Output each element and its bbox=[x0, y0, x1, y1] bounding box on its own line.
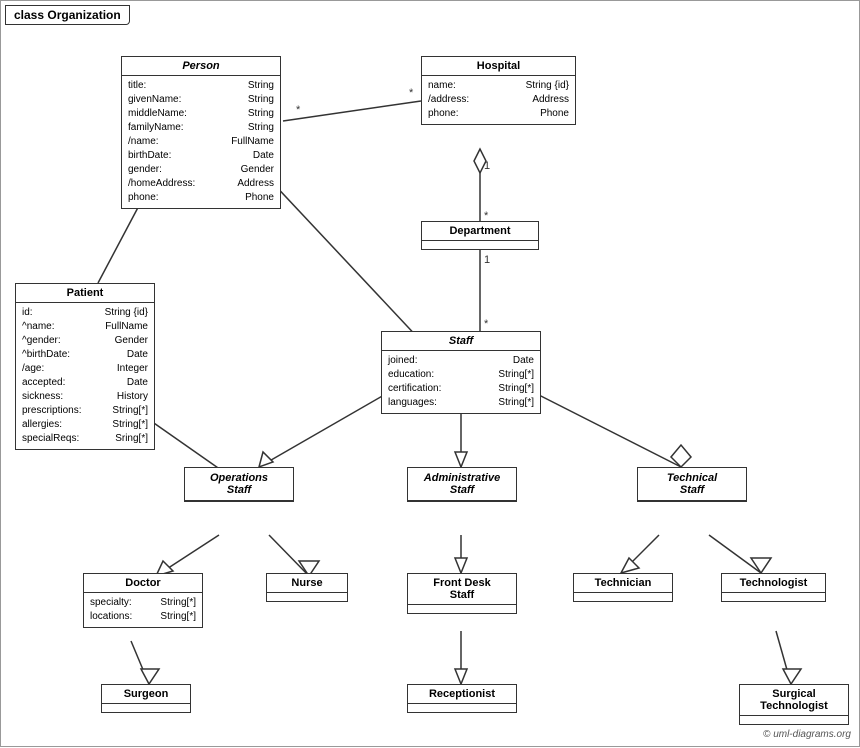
technician-attrs bbox=[574, 593, 672, 601]
receptionist-class-name: Receptionist bbox=[408, 685, 516, 704]
surgical-technologist-name: SurgicalTechnologist bbox=[740, 685, 848, 716]
nurse-class-name: Nurse bbox=[267, 574, 347, 593]
svg-text:*: * bbox=[484, 318, 489, 330]
svg-text:1: 1 bbox=[484, 160, 490, 172]
technologist-attrs bbox=[722, 593, 825, 601]
administrative-staff-name: AdministrativeStaff bbox=[408, 468, 516, 501]
staff-attrs: joined:Date education:String[*] certific… bbox=[382, 351, 540, 413]
hospital-attrs: name:String {id} /address:Address phone:… bbox=[422, 76, 575, 124]
staff-class: Staff joined:Date education:String[*] ce… bbox=[381, 331, 541, 414]
surgical-technologist-attrs bbox=[740, 716, 848, 724]
administrative-staff-class: AdministrativeStaff bbox=[407, 467, 517, 502]
doctor-class: Doctor specialty:String[*] locations:Str… bbox=[83, 573, 203, 628]
nurse-class: Nurse bbox=[266, 573, 348, 602]
department-class: Department bbox=[421, 221, 539, 250]
technical-staff-class: TechnicalStaff bbox=[637, 467, 747, 502]
person-attrs: title:String givenName:String middleName… bbox=[122, 76, 280, 208]
technician-class-name: Technician bbox=[574, 574, 672, 593]
receptionist-attrs bbox=[408, 704, 516, 712]
staff-class-name: Staff bbox=[382, 332, 540, 351]
department-class-name: Department bbox=[422, 222, 538, 241]
diagram-title: class Organization bbox=[5, 5, 130, 25]
technician-class: Technician bbox=[573, 573, 673, 602]
person-class: Person title:String givenName:String mid… bbox=[121, 56, 281, 209]
surgeon-class-name: Surgeon bbox=[102, 685, 190, 704]
diagram-container: class Organization * * 1 * 1 * bbox=[0, 0, 860, 747]
copyright: © uml-diagrams.org bbox=[763, 729, 851, 740]
person-class-name: Person bbox=[122, 57, 280, 76]
doctor-attrs: specialty:String[*] locations:String[*] bbox=[84, 593, 202, 627]
svg-text:1: 1 bbox=[484, 254, 490, 266]
hospital-class-name: Hospital bbox=[422, 57, 575, 76]
technologist-class-name: Technologist bbox=[722, 574, 825, 593]
front-desk-attrs bbox=[408, 605, 516, 613]
surgeon-class: Surgeon bbox=[101, 684, 191, 713]
patient-class: Patient id:String {id} ^name:FullName ^g… bbox=[15, 283, 155, 450]
patient-class-name: Patient bbox=[16, 284, 154, 303]
hospital-class: Hospital name:String {id} /address:Addre… bbox=[421, 56, 576, 125]
svg-text:*: * bbox=[409, 87, 414, 99]
department-attrs bbox=[422, 241, 538, 249]
surgical-technologist-class: SurgicalTechnologist bbox=[739, 684, 849, 725]
technical-staff-name: TechnicalStaff bbox=[638, 468, 746, 501]
nurse-attrs bbox=[267, 593, 347, 601]
patient-attrs: id:String {id} ^name:FullName ^gender:Ge… bbox=[16, 303, 154, 449]
operations-staff-name: OperationsStaff bbox=[185, 468, 293, 501]
receptionist-class: Receptionist bbox=[407, 684, 517, 713]
surgeon-attrs bbox=[102, 704, 190, 712]
technologist-class: Technologist bbox=[721, 573, 826, 602]
doctor-class-name: Doctor bbox=[84, 574, 202, 593]
svg-text:*: * bbox=[296, 104, 301, 116]
operations-staff-class: OperationsStaff bbox=[184, 467, 294, 502]
front-desk-staff-class: Front DeskStaff bbox=[407, 573, 517, 614]
front-desk-staff-name: Front DeskStaff bbox=[408, 574, 516, 605]
